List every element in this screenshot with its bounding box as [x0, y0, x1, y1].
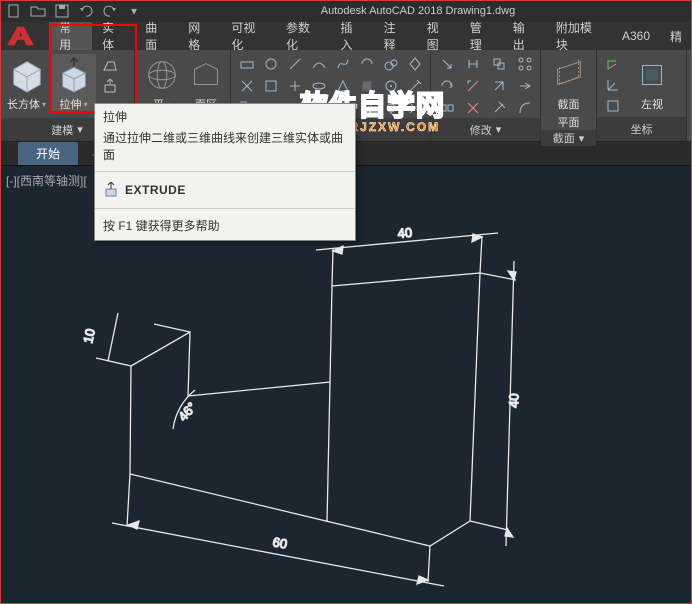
- tooltip-command: EXTRUDE: [125, 183, 186, 197]
- tab-a360[interactable]: A360: [612, 22, 660, 50]
- caret-icon: ▾: [83, 100, 87, 109]
- new-icon[interactable]: [6, 3, 22, 19]
- tab-parametric[interactable]: 参数化: [276, 22, 331, 50]
- draw-btn-10[interactable]: [259, 76, 283, 96]
- section-icon: [550, 56, 588, 94]
- box-button[interactable]: 长方体▾: [4, 54, 49, 112]
- quick-access-toolbar: ▾: [6, 3, 142, 19]
- edit-btn-9[interactable]: [435, 98, 459, 118]
- draw-btn-4[interactable]: [307, 54, 331, 74]
- draw-btn-1[interactable]: [235, 54, 259, 74]
- app-title: Autodesk AutoCAD 2018 Drawing1.dwg: [321, 5, 515, 17]
- edit-btn-7[interactable]: [487, 76, 511, 96]
- draw-btn-22[interactable]: [355, 98, 379, 118]
- draw-btn-8[interactable]: [403, 54, 427, 74]
- save-icon[interactable]: [54, 3, 70, 19]
- tab-more[interactable]: 精: [660, 22, 692, 50]
- tab-output[interactable]: 输出: [503, 22, 546, 50]
- edit-btn-6[interactable]: [461, 76, 485, 96]
- tab-view[interactable]: 视图: [417, 22, 460, 50]
- dim-top-40: 40: [397, 225, 413, 241]
- section-plane-button[interactable]: 截面平面: [545, 54, 592, 130]
- coord-btn-2[interactable]: [601, 75, 625, 95]
- file-tab-start[interactable]: 开始: [18, 142, 78, 165]
- edit-btn-1[interactable]: [435, 54, 459, 74]
- presspull-button[interactable]: [98, 77, 122, 97]
- dim-bottom-60: 60: [271, 534, 288, 551]
- coord-btn-1[interactable]: [601, 54, 625, 74]
- tooltip-help: 按 F1 键获得更多帮助: [95, 211, 355, 240]
- draw-btn-3[interactable]: [283, 54, 307, 74]
- left-view-button[interactable]: 左视: [627, 54, 677, 112]
- tab-addins[interactable]: 附加模块: [546, 22, 612, 50]
- panel-title-section[interactable]: 截面▾: [541, 130, 596, 146]
- tab-mesh[interactable]: 网格: [178, 22, 221, 50]
- draw-btn-7[interactable]: [379, 54, 403, 74]
- edit-btn-12[interactable]: [513, 98, 537, 118]
- draw-btn-13[interactable]: [331, 76, 355, 96]
- view-icon: [633, 56, 671, 94]
- edit-btn-11[interactable]: [487, 98, 511, 118]
- edit-btn-10[interactable]: [461, 98, 485, 118]
- extrude-button[interactable]: 拉伸▾: [51, 54, 96, 112]
- extrude-label: 拉伸: [59, 96, 81, 112]
- tab-manage[interactable]: 管理: [460, 22, 503, 50]
- draw-btn-14[interactable]: [355, 76, 379, 96]
- polysolid-button[interactable]: [98, 56, 122, 76]
- extrude-icon: [103, 182, 119, 198]
- draw-btn-11[interactable]: [283, 76, 307, 96]
- edit-btn-5[interactable]: [435, 76, 459, 96]
- caret-icon: ▾: [42, 100, 46, 109]
- sphere-icon: [143, 56, 181, 94]
- dim-right-40: 40: [506, 393, 521, 408]
- dim-angle-46: 46°: [175, 399, 199, 424]
- extrude-icon: [55, 56, 93, 94]
- edit-btn-3[interactable]: [487, 54, 511, 74]
- draw-btn-15[interactable]: [379, 76, 403, 96]
- tooltip-description: 通过拉伸二维或三维曲线来创建三维实体或曲面: [95, 127, 355, 169]
- tab-insert[interactable]: 插入: [331, 22, 374, 50]
- redo-icon[interactable]: [102, 3, 118, 19]
- draw-btn-5[interactable]: [331, 54, 355, 74]
- panel-title-coord[interactable]: 坐标: [597, 117, 686, 141]
- edit-btn-8[interactable]: [513, 76, 537, 96]
- tab-annotate[interactable]: 注释: [374, 22, 417, 50]
- draw-btn-23[interactable]: [379, 98, 403, 118]
- box-label: 长方体: [7, 96, 40, 112]
- chevron-down-icon[interactable]: ▾: [126, 3, 142, 19]
- section-label: 截面: [558, 96, 580, 112]
- tab-home[interactable]: 常用: [49, 22, 92, 50]
- draw-btn-9[interactable]: [235, 76, 259, 96]
- draw-btn-24[interactable]: [403, 98, 427, 118]
- flatten-label: 左视: [641, 96, 663, 112]
- draw-btn-12[interactable]: [307, 76, 331, 96]
- tab-visualize[interactable]: 可视化: [221, 22, 276, 50]
- ribbon-tabs: 常用 实体 曲面 网格 可视化 参数化 插入 注释 视图 管理 输出 附加模块 …: [0, 22, 692, 50]
- tab-surface[interactable]: 曲面: [135, 22, 178, 50]
- undo-icon[interactable]: [78, 3, 94, 19]
- area-icon: [187, 56, 225, 94]
- coord-btn-3[interactable]: [601, 96, 625, 116]
- autocad-logo-icon[interactable]: [0, 22, 43, 50]
- tooltip-title: 拉伸: [95, 104, 355, 127]
- panel-title-edit[interactable]: 修改▾: [431, 118, 540, 141]
- box-icon: [8, 56, 46, 94]
- dim-left-10: 10: [80, 327, 98, 344]
- edit-btn-2[interactable]: [461, 54, 485, 74]
- edit-btn-4[interactable]: [513, 54, 537, 74]
- tab-solid[interactable]: 实体: [92, 22, 135, 50]
- draw-btn-6[interactable]: [355, 54, 379, 74]
- draw-btn-16[interactable]: [403, 76, 427, 96]
- extrude-tooltip: 拉伸 通过拉伸二维或三维曲线来创建三维实体或曲面 EXTRUDE 按 F1 键获…: [94, 103, 356, 241]
- draw-btn-2[interactable]: [259, 54, 283, 74]
- open-icon[interactable]: [30, 3, 46, 19]
